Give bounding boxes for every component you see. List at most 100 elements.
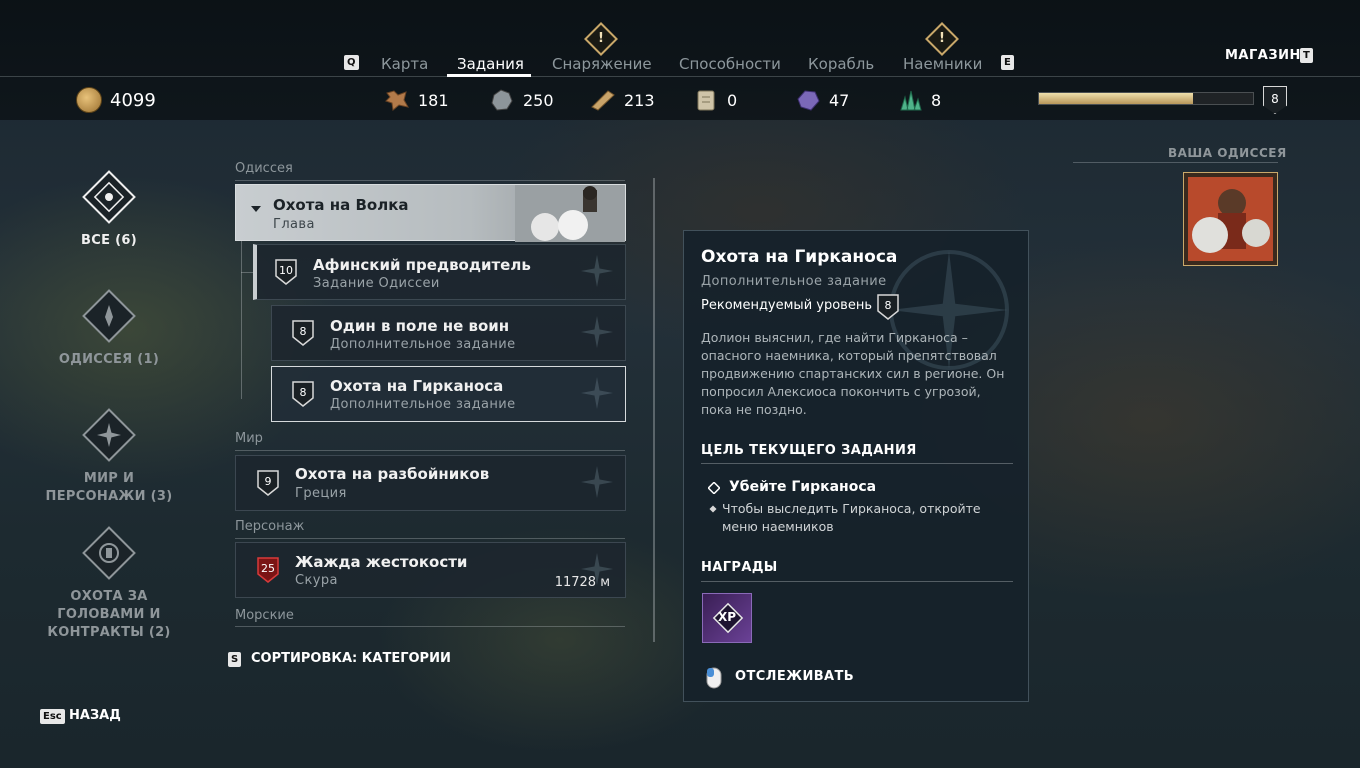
- odyssey-icon: [80, 287, 138, 345]
- prev-tab-key[interactable]: Q: [344, 55, 359, 70]
- quest-level: 10: [279, 264, 293, 277]
- drachmae-icon: [76, 87, 102, 113]
- objective-diamond-icon: [708, 482, 720, 494]
- tab-equipment[interactable]: Снаряжение: [552, 55, 652, 73]
- all-quests-icon: [80, 168, 138, 226]
- compass-icon: [581, 255, 613, 287]
- quest-title: Один в поле не воин: [330, 317, 510, 335]
- objective-text: Убейте Гирканоса: [729, 479, 877, 495]
- sort-button[interactable]: СОРТИРОВКА: КАТЕГОРИИ: [251, 651, 451, 666]
- tree-connector: [241, 272, 253, 273]
- tab-mercenaries[interactable]: Наемники: [903, 55, 982, 73]
- compass-icon: [581, 553, 613, 585]
- shop-button[interactable]: МАГАЗИН: [1225, 48, 1301, 63]
- category-bounties[interactable]: ОХОТА ЗА ГОЛОВАМИ И КОНТРАКТЫ (2): [40, 524, 178, 642]
- chapter-item[interactable]: Охота на Волка Глава: [235, 184, 626, 242]
- quest-description: Долион выяснил, где найти Гирканоса – оп…: [701, 330, 1005, 417]
- quest-level: 8: [299, 386, 307, 399]
- sort-key[interactable]: S: [228, 652, 242, 667]
- tablets-counter: 0: [693, 88, 737, 112]
- category-all[interactable]: ВСЕ (6): [40, 168, 178, 250]
- back-button[interactable]: НАЗАД: [69, 708, 121, 723]
- section-divider: [235, 538, 625, 539]
- tablets-value: 0: [727, 90, 738, 110]
- iron-ore-icon: [491, 89, 513, 111]
- hint-bullet-icon: [709, 505, 717, 513]
- tab-quests[interactable]: Задания: [457, 55, 524, 73]
- wood-counter: 213: [590, 88, 655, 112]
- tree-connector: [241, 241, 242, 399]
- chapter-art-image: [515, 185, 625, 242]
- crystal-value: 8: [931, 90, 942, 110]
- section-divider: [235, 450, 625, 451]
- chapter-subtitle: Глава: [273, 217, 315, 232]
- quest-region: Греция: [295, 486, 347, 501]
- detail-divider: [701, 581, 1013, 582]
- recommended-level-label: Рекомендуемый уровень: [701, 298, 872, 313]
- category-world-label: МИР И ПЕРСОНАЖИ (3): [45, 471, 173, 504]
- quest-item-athenian-leader[interactable]: 10 Афинский предводитель Задание Одиссеи: [253, 244, 626, 300]
- xp-bar-fill: [1039, 93, 1194, 104]
- detail-title: Охота на Гирканоса: [701, 247, 898, 267]
- quest-type: Дополнительное задание: [330, 337, 516, 352]
- shop-key[interactable]: T: [1300, 48, 1313, 63]
- detail-divider: [701, 463, 1013, 464]
- section-divider: [235, 626, 625, 627]
- recommended-level: 8: [884, 299, 892, 312]
- quest-region: Скура: [295, 573, 338, 588]
- xp-reward-label: XP: [717, 610, 737, 624]
- objective-header: ЦЕЛЬ ТЕКУЩЕГО ЗАДАНИЯ: [701, 443, 917, 458]
- chevron-down-icon: [251, 206, 261, 212]
- drachmae-value: 4099: [110, 89, 156, 111]
- xp-bar: [1038, 92, 1254, 105]
- tab-ship[interactable]: Корабль: [808, 55, 874, 73]
- section-character: Персонаж: [235, 519, 305, 534]
- quest-type: Задание Одиссеи: [313, 276, 440, 291]
- your-odyssey-label: ВАША ОДИССЕЯ: [1168, 146, 1287, 160]
- iron-counter: 250: [489, 88, 554, 112]
- quest-item-hunt-hyrkanos-selected[interactable]: 8 Охота на Гирканоса Дополнительное зада…: [271, 366, 626, 422]
- mouse-icon: [706, 667, 722, 689]
- leather-value: 181: [418, 90, 449, 110]
- top-divider: [0, 76, 1360, 77]
- quest-detail-panel: Охота на Гирканоса Дополнительное задани…: [683, 230, 1029, 702]
- quest-item-one-in-field[interactable]: 8 Один в поле не воин Дополнительное зад…: [271, 305, 626, 361]
- quest-title: Охота на разбойников: [295, 465, 490, 483]
- compass-icon: [581, 377, 613, 409]
- section-world: Мир: [235, 431, 263, 446]
- leather-counter: 181: [384, 88, 449, 112]
- category-bounties-label: ОХОТА ЗА ГОЛОВАМИ И КОНТРАКТЫ (2): [47, 589, 171, 640]
- list-scrollbar[interactable]: [653, 178, 655, 642]
- odyssey-portrait[interactable]: [1183, 172, 1278, 266]
- quest-title: Афинский предводитель: [313, 256, 531, 274]
- spartan-portrait-image: [1188, 177, 1273, 261]
- tab-abilities[interactable]: Способности: [679, 55, 781, 73]
- crystal-counter: 8: [897, 88, 941, 112]
- compass-icon: [581, 316, 613, 348]
- section-naval: Морские: [235, 608, 294, 623]
- crystal-icon: [900, 90, 922, 111]
- next-tab-key[interactable]: E: [1001, 55, 1014, 70]
- category-world[interactable]: МИР И ПЕРСОНАЖИ (3): [40, 406, 178, 506]
- tab-map[interactable]: Карта: [381, 55, 428, 73]
- track-button[interactable]: ОТСЛЕЖИВАТЬ: [735, 669, 854, 684]
- drachmae-counter: 4099: [76, 87, 156, 113]
- category-all-label: ВСЕ (6): [81, 233, 137, 248]
- rewards-header: НАГРАДЫ: [701, 560, 778, 575]
- category-odyssey[interactable]: ОДИССЕЯ (1): [40, 287, 178, 369]
- iron-value: 250: [523, 90, 554, 110]
- section-odyssey: Одиссея: [235, 161, 293, 176]
- quest-item-bandit-hunt[interactable]: 9 Охота на разбойников Греция: [235, 455, 626, 511]
- quest-title: Охота на Гирканоса: [330, 377, 504, 395]
- wood-icon: [591, 90, 615, 111]
- back-key[interactable]: Esc: [40, 709, 65, 724]
- obsidian-value: 47: [829, 90, 850, 110]
- obsidian-counter: 47: [795, 88, 849, 112]
- odyssey-divider: [1073, 162, 1278, 163]
- compass-icon: [80, 406, 138, 464]
- quest-level: 8: [299, 325, 307, 338]
- quest-title: Жажда жестокости: [295, 553, 468, 571]
- xp-reward-tile[interactable]: XP: [702, 593, 752, 643]
- laurel-helmet-icon: [80, 524, 138, 582]
- quest-item-bloodlust[interactable]: 25 Жажда жестокости Скура 11728 м: [235, 542, 626, 598]
